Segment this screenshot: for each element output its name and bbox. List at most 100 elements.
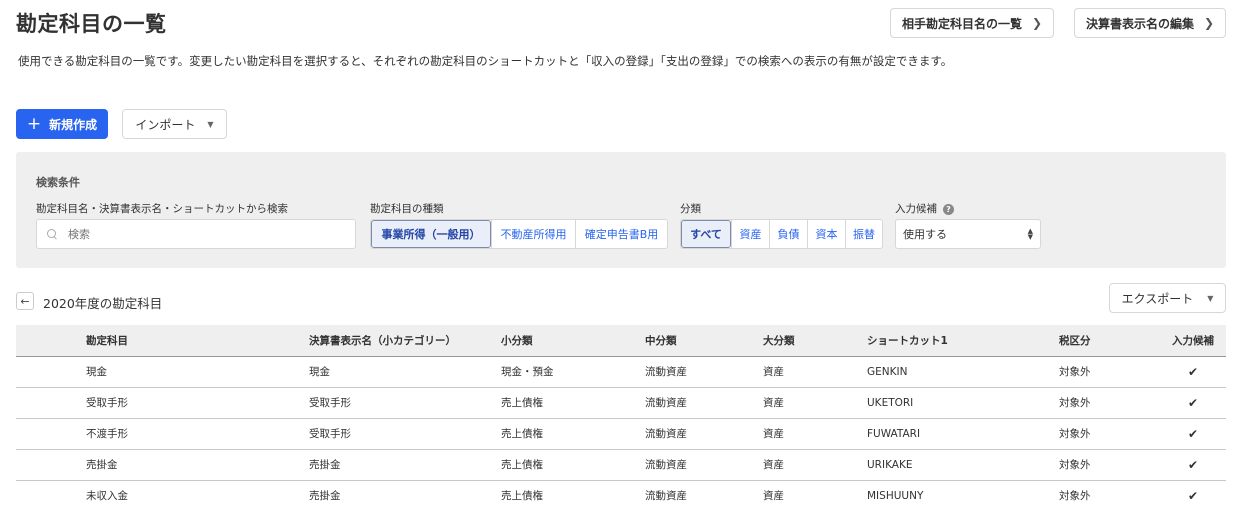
new-account-button[interactable]: + 新規作成 bbox=[16, 109, 108, 139]
account-type-option-realestate[interactable]: 不動産所得用 bbox=[491, 220, 575, 248]
check-icon: ✔ bbox=[1187, 364, 1199, 379]
cell-display-name: 売掛金 bbox=[309, 490, 341, 503]
cell-large-category: 資産 bbox=[763, 428, 784, 440]
new-account-label: 新規作成 bbox=[49, 117, 98, 132]
cell-display-name: 受取手形 bbox=[309, 428, 351, 440]
cell-small-category: 現金・預金 bbox=[501, 366, 554, 378]
cell-tax: 対象外 bbox=[1059, 490, 1091, 503]
header-display-name[interactable]: 決算書表示名（小カテゴリー） bbox=[309, 325, 501, 356]
search-panel: 検索条件 勘定科目名・決算書表示名・ショートカットから検索 勘定科目の種類 事業… bbox=[16, 152, 1226, 268]
cell-small-category: 売上債権 bbox=[501, 459, 543, 471]
cell-shortcut: UKETORI bbox=[867, 396, 914, 409]
page-description: 使用できる勘定科目の一覧です。変更したい勘定科目を選択すると、それぞれの勘定科目… bbox=[18, 54, 953, 68]
cell-small-category: 売上債権 bbox=[501, 490, 543, 503]
arrow-left-icon: ← bbox=[20, 294, 30, 308]
category-option-assets[interactable]: 資産 bbox=[731, 220, 769, 248]
cell-small-category: 売上債権 bbox=[501, 397, 543, 409]
back-arrow-button[interactable]: ← bbox=[16, 292, 34, 310]
header-shortcut[interactable]: ショートカット1 bbox=[867, 325, 1059, 356]
header-small-category[interactable]: 小分類 bbox=[501, 325, 645, 356]
cell-display-name: 現金 bbox=[309, 366, 330, 378]
check-icon: ✔ bbox=[1187, 457, 1199, 472]
statement-name-edit-button[interactable]: 決算書表示名の編集 ❯ bbox=[1074, 8, 1226, 38]
table-row[interactable]: 不渡手形 受取手形 売上債権 流動資産 資産 FUWATARI 対象外 ✔ bbox=[16, 418, 1226, 449]
account-type-option-business[interactable]: 事業所得（一般用） bbox=[371, 220, 491, 248]
statement-name-edit-label: 決算書表示名の編集 bbox=[1085, 16, 1194, 31]
caret-down-icon: ▼ bbox=[207, 119, 214, 129]
cell-tax: 対象外 bbox=[1059, 397, 1091, 409]
cell-account: 売掛金 bbox=[86, 459, 118, 471]
cell-shortcut: URIKAKE bbox=[867, 458, 913, 471]
help-icon[interactable]: ? bbox=[943, 204, 954, 215]
check-icon: ✔ bbox=[1187, 395, 1199, 410]
header-large-category[interactable]: 大分類 bbox=[763, 325, 867, 356]
cell-large-category: 資産 bbox=[763, 459, 784, 471]
cell-mid-category: 流動資産 bbox=[645, 490, 687, 503]
header-mid-category[interactable]: 中分類 bbox=[645, 325, 763, 356]
header-account[interactable]: 勘定科目 bbox=[86, 325, 309, 356]
search-input-box[interactable] bbox=[36, 219, 356, 249]
candidate-label-wrap: 入力候補? bbox=[895, 201, 954, 216]
category-option-capital[interactable]: 資本 bbox=[807, 220, 845, 248]
cell-account: 不渡手形 bbox=[86, 428, 128, 440]
plus-icon: + bbox=[26, 113, 42, 134]
cell-mid-category: 流動資産 bbox=[645, 397, 687, 409]
candidate-label: 入力候補 bbox=[895, 203, 937, 215]
account-type-segment: 事業所得（一般用） 不動産所得用 確定申告書B用 bbox=[370, 219, 668, 249]
table-row[interactable]: 未収入金 売掛金 売上債権 流動資産 資産 MISHUUNY 対象外 ✔ bbox=[16, 480, 1226, 510]
page-title: 勘定科目の一覧 bbox=[16, 12, 167, 36]
header-spacer bbox=[16, 325, 86, 356]
header-candidate[interactable]: 入力候補 bbox=[1160, 325, 1226, 356]
cell-tax: 対象外 bbox=[1059, 459, 1091, 471]
category-option-all[interactable]: すべて bbox=[681, 220, 731, 248]
account-type-option-return-b[interactable]: 確定申告書B用 bbox=[575, 220, 667, 248]
header-tax[interactable]: 税区分 bbox=[1059, 325, 1160, 356]
select-arrows-icon: ▲ ▼ bbox=[1027, 227, 1033, 241]
cell-mid-category: 流動資産 bbox=[645, 459, 687, 471]
export-dropdown-button[interactable]: エクスポート ▼ bbox=[1109, 283, 1226, 313]
export-label: エクスポート bbox=[1121, 291, 1194, 306]
search-input[interactable] bbox=[68, 227, 328, 241]
chevron-right-icon: ❯ bbox=[1203, 16, 1215, 30]
category-segment: すべて 資産 負債 資本 振替 bbox=[680, 219, 883, 249]
year-title: 2020年度の勘定科目 bbox=[43, 296, 163, 311]
cell-mid-category: 流動資産 bbox=[645, 366, 687, 378]
cell-shortcut: GENKIN bbox=[867, 365, 908, 378]
category-option-liabilities[interactable]: 負債 bbox=[769, 220, 807, 248]
cell-account: 受取手形 bbox=[86, 397, 128, 409]
cell-large-category: 資産 bbox=[763, 397, 784, 409]
table-header-row: 勘定科目 決算書表示名（小カテゴリー） 小分類 中分類 大分類 ショートカット1… bbox=[16, 325, 1226, 356]
import-label: インポート bbox=[135, 117, 196, 132]
check-icon: ✔ bbox=[1187, 426, 1199, 441]
search-heading: 検索条件 bbox=[36, 176, 80, 189]
category-label: 分類 bbox=[680, 203, 701, 215]
cell-tax: 対象外 bbox=[1059, 428, 1091, 440]
cell-large-category: 資産 bbox=[763, 490, 784, 503]
search-text-label: 勘定科目名・決算書表示名・ショートカットから検索 bbox=[36, 203, 288, 215]
caret-down-icon: ▼ bbox=[1207, 293, 1214, 303]
import-dropdown-button[interactable]: インポート ▼ bbox=[122, 109, 227, 139]
candidate-select-value: 使用する bbox=[903, 228, 947, 241]
table-row[interactable]: 現金 現金 現金・預金 流動資産 資産 GENKIN 対象外 ✔ bbox=[16, 356, 1226, 387]
accounts-table: 勘定科目 決算書表示名（小カテゴリー） 小分類 中分類 大分類 ショートカット1… bbox=[16, 325, 1226, 510]
table-row[interactable]: 受取手形 受取手形 売上債権 流動資産 資産 UKETORI 対象外 ✔ bbox=[16, 387, 1226, 418]
category-option-transfer[interactable]: 振替 bbox=[845, 220, 882, 248]
candidate-select[interactable]: 使用する ▲ ▼ bbox=[895, 219, 1041, 249]
partner-account-list-label: 相手勘定科目名の一覧 bbox=[901, 16, 1022, 31]
cell-mid-category: 流動資産 bbox=[645, 428, 687, 440]
chevron-right-icon: ❯ bbox=[1031, 16, 1043, 30]
account-type-label: 勘定科目の種類 bbox=[370, 203, 444, 215]
cell-display-name: 受取手形 bbox=[309, 397, 351, 409]
cell-account: 未収入金 bbox=[86, 490, 128, 503]
cell-shortcut: FUWATARI bbox=[867, 427, 921, 440]
cell-display-name: 売掛金 bbox=[309, 459, 341, 471]
cell-small-category: 売上債権 bbox=[501, 428, 543, 440]
partner-account-list-button[interactable]: 相手勘定科目名の一覧 ❯ bbox=[890, 8, 1054, 38]
search-icon bbox=[47, 228, 58, 240]
cell-shortcut: MISHUUNY bbox=[867, 489, 924, 502]
check-icon: ✔ bbox=[1187, 488, 1199, 503]
cell-tax: 対象外 bbox=[1059, 366, 1091, 378]
cell-large-category: 資産 bbox=[763, 366, 784, 378]
table-row[interactable]: 売掛金 売掛金 売上債権 流動資産 資産 URIKAKE 対象外 ✔ bbox=[16, 449, 1226, 480]
cell-account: 現金 bbox=[86, 366, 107, 378]
